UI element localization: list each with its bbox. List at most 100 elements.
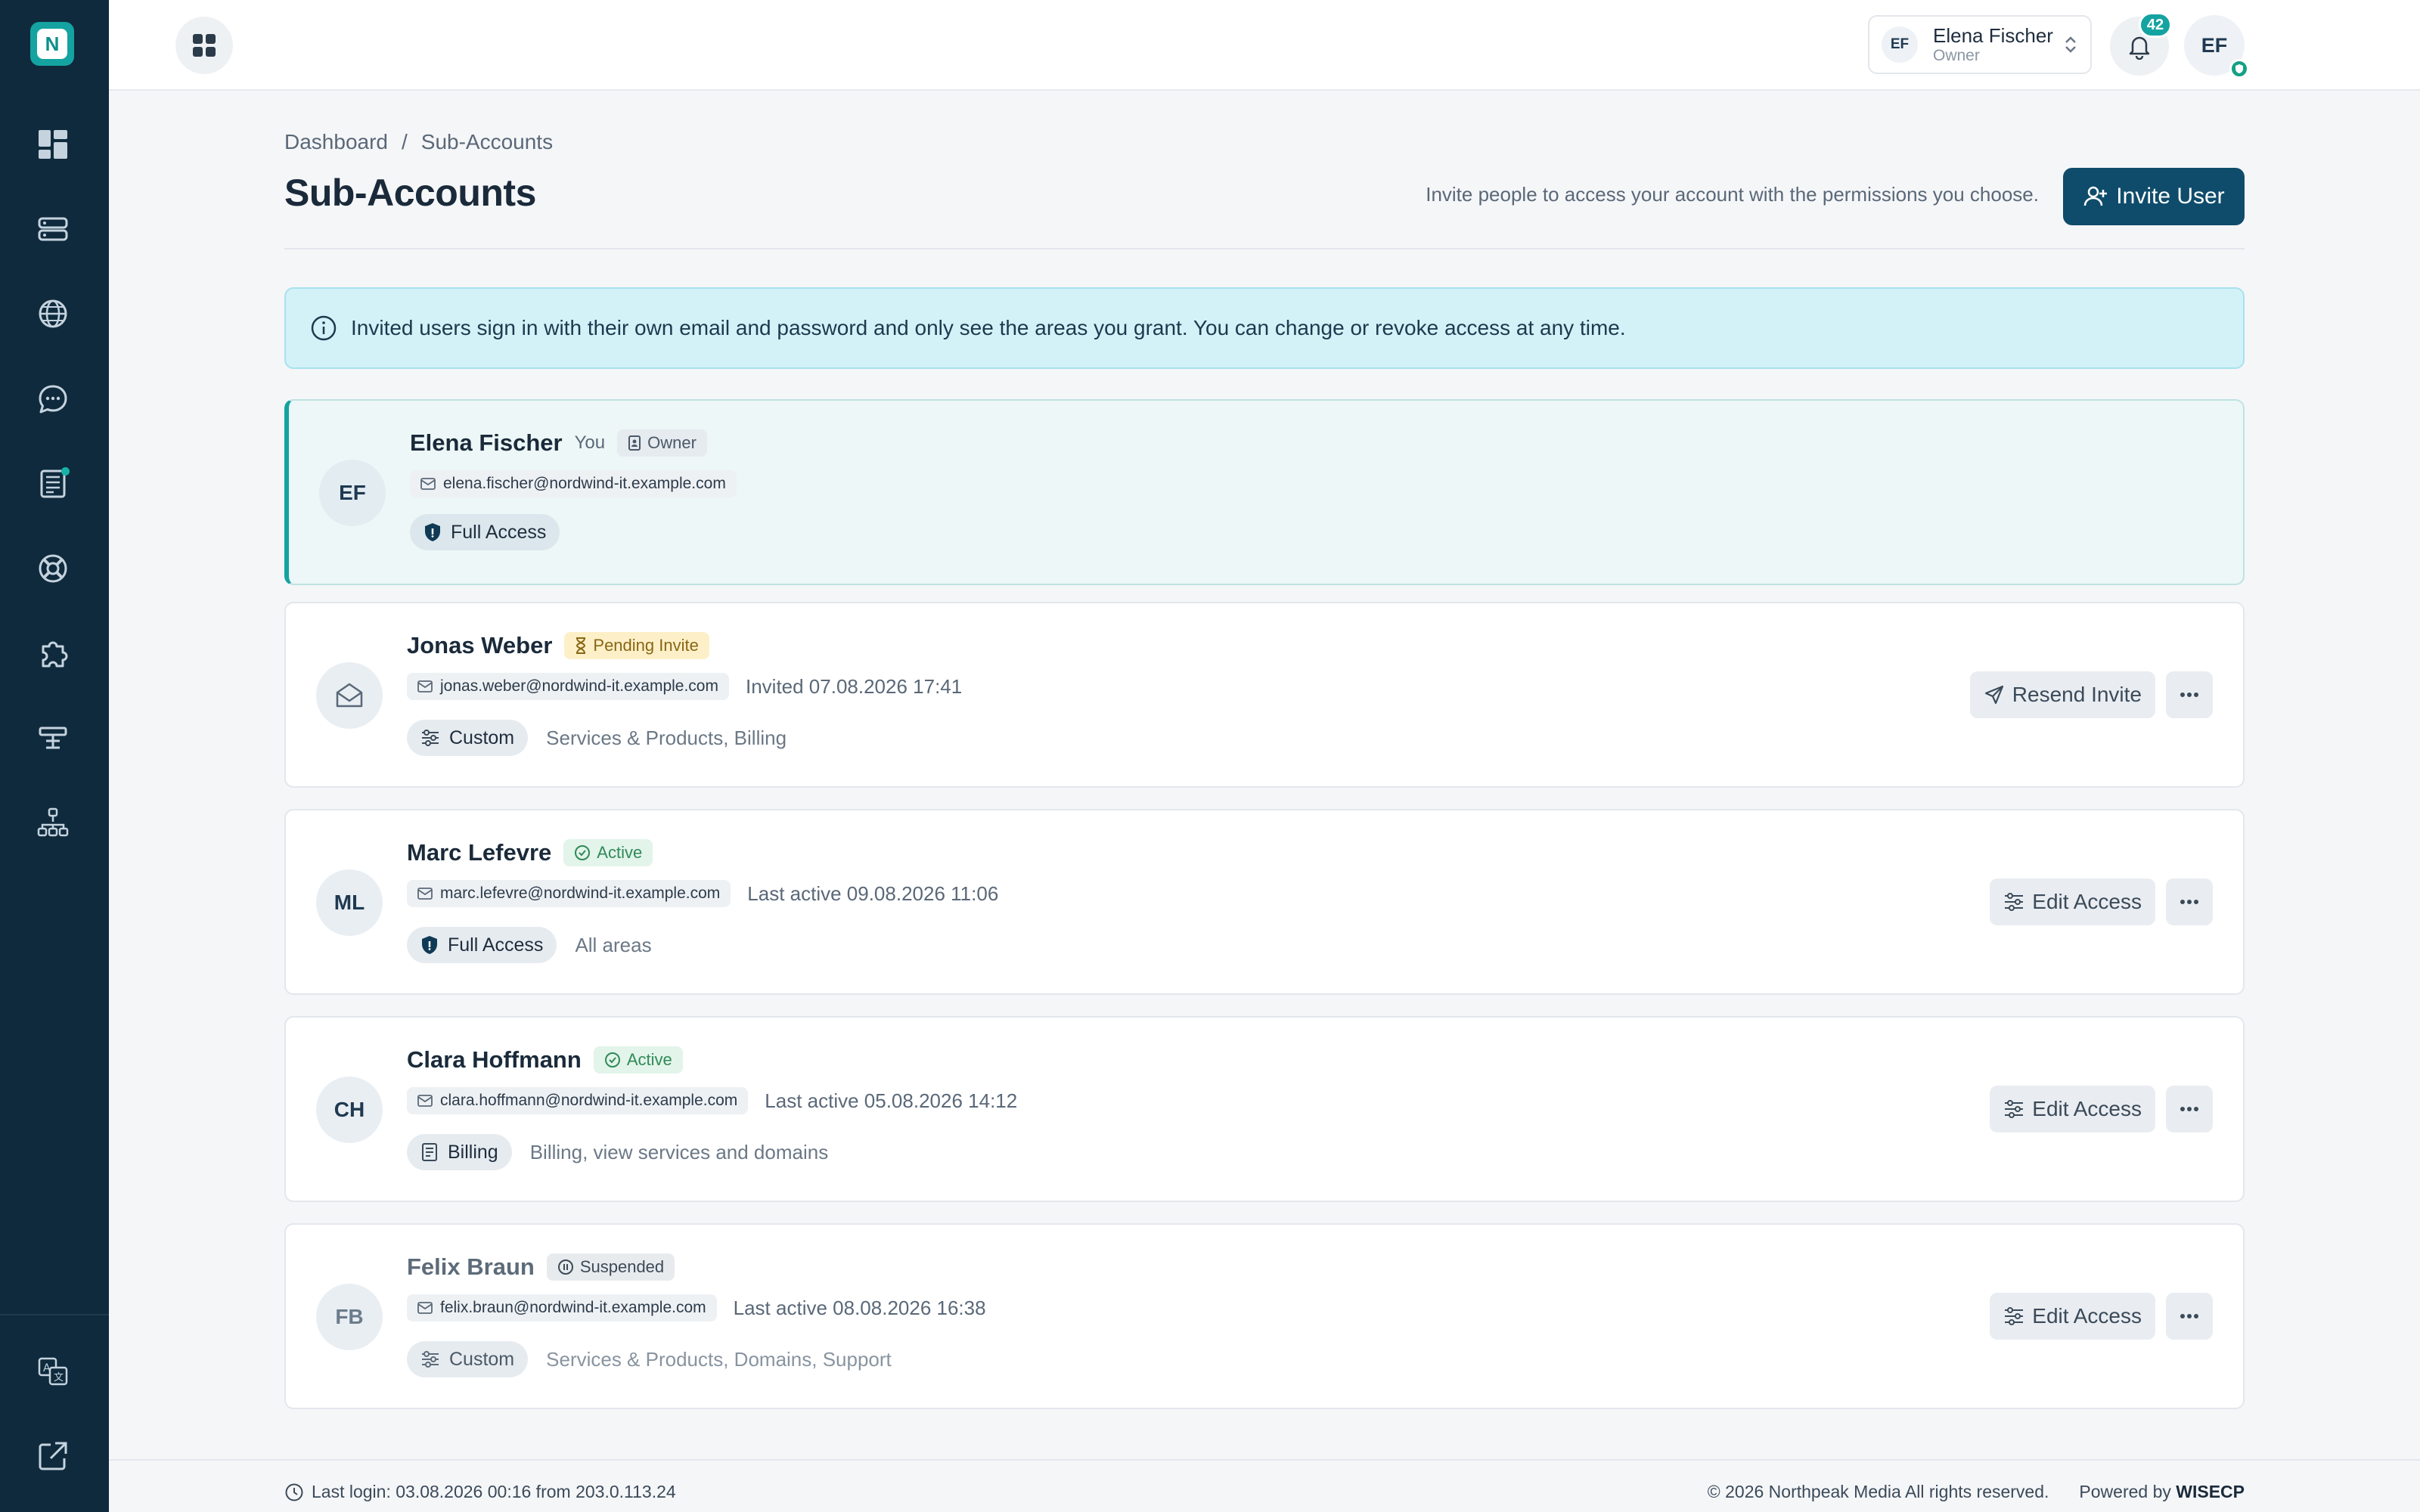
sidebar-item-dashboard[interactable] — [32, 123, 74, 166]
clock-icon — [285, 1483, 303, 1501]
access-description: Services & Products, Domains, Support — [546, 1347, 892, 1371]
powered-by-text: Powered by — [2079, 1482, 2171, 1501]
sidebar-item-invoices[interactable] — [32, 463, 74, 505]
apps-menu-button[interactable] — [175, 17, 233, 74]
sidebar: N A文 — [0, 0, 109, 1512]
account-role: Owner — [1933, 47, 1980, 64]
powered-by-brand[interactable]: WISECP — [2176, 1482, 2245, 1501]
more-options-button[interactable] — [2166, 671, 2213, 718]
status-label: Active — [626, 1050, 672, 1069]
notifications-count-badge: 42 — [2139, 12, 2172, 38]
sidebar-item-tools[interactable] — [32, 717, 74, 759]
sliders-icon — [2005, 1307, 2024, 1325]
access-level-label: Full Access — [448, 934, 544, 956]
access-level-label: Full Access — [451, 521, 547, 543]
email-chip: clara.hoffmann@nordwind-it.example.com — [407, 1087, 749, 1114]
edit-access-button[interactable]: Edit Access — [1990, 1293, 2155, 1340]
email-chip: elena.fischer@nordwind-it.example.com — [410, 470, 737, 497]
user-avatar-initials: CH — [316, 1077, 383, 1143]
more-options-button[interactable] — [2166, 878, 2213, 925]
invoice-icon — [422, 1143, 437, 1161]
powered-by: Powered by WISECP — [2079, 1482, 2245, 1502]
sidebar-item-affiliate[interactable] — [32, 801, 74, 844]
access-description: Billing, view services and domains — [529, 1140, 829, 1163]
grid-icon — [193, 34, 216, 57]
info-banner: Invited users sign in with their own ema… — [284, 287, 2245, 369]
mail-icon — [417, 888, 433, 900]
svg-text:文: 文 — [54, 1372, 64, 1383]
send-icon — [1984, 685, 2003, 705]
edit-access-button[interactable]: Edit Access — [1990, 878, 2155, 925]
account-avatar: EF — [1882, 26, 1918, 63]
copyright-text: © 2026 Northpeak Media All rights reserv… — [1707, 1482, 2049, 1501]
sidebar-item-support[interactable] — [32, 547, 74, 590]
user-card: FB Felix Braun Suspended felix.braun@nor… — [284, 1223, 2245, 1409]
edit-access-button[interactable]: Edit Access — [1990, 1086, 2155, 1132]
sidebar-item-addons[interactable] — [32, 632, 74, 674]
svg-text:A: A — [43, 1362, 51, 1374]
sidebar-item-messages[interactable] — [32, 378, 74, 420]
footer-right: © 2026 Northpeak Media All rights reserv… — [1708, 1482, 2245, 1502]
access-level-label: Billing — [448, 1141, 498, 1163]
chevron-updown-icon — [2065, 36, 2076, 53]
user-name: Felix Braun — [407, 1253, 535, 1280]
invite-user-button[interactable]: Invite User — [2063, 168, 2245, 225]
last-active: Last active 09.08.2026 11:06 — [747, 881, 999, 905]
status-label: Pending Invite — [593, 636, 699, 655]
logo-letter: N — [37, 29, 67, 59]
page-title: Sub-Accounts — [284, 172, 536, 214]
user-card: ML Marc Lefevre Active marc.lefevre@nord… — [284, 809, 2245, 995]
resend-invite-label: Resend Invite — [2012, 683, 2142, 706]
check-circle-icon — [604, 1052, 620, 1067]
edit-access-label: Edit Access — [2032, 890, 2142, 913]
verified-shield-icon — [2229, 59, 2249, 79]
id-badge-icon — [628, 435, 641, 451]
sliders-icon — [422, 1351, 439, 1368]
resend-invite-button[interactable]: Resend Invite — [1969, 671, 2155, 718]
chat-icon — [39, 385, 67, 414]
user-email: felix.braun@nordwind-it.example.com — [440, 1299, 706, 1316]
footer: Last login: 03.08.2026 00:16 from 203.0.… — [109, 1459, 2420, 1512]
more-options-button[interactable] — [2166, 1086, 2213, 1132]
check-circle-icon — [575, 845, 591, 860]
user-name: Clara Hoffmann — [407, 1046, 582, 1073]
access-level-chip: Custom — [407, 1341, 529, 1377]
mail-icon — [417, 680, 433, 692]
breadcrumb-current: Sub-Accounts — [420, 130, 554, 153]
globe-icon — [39, 299, 67, 328]
shield-icon — [422, 936, 437, 954]
info-icon — [311, 315, 337, 341]
sidebar-item-domains[interactable] — [32, 293, 74, 335]
status-label: Owner — [647, 433, 697, 452]
user-name: Jonas Weber — [407, 632, 553, 658]
sidebar-item-language[interactable]: A文 — [32, 1350, 74, 1393]
access-level-chip: Custom — [407, 720, 529, 756]
more-options-button[interactable] — [2166, 1293, 2213, 1340]
shield-icon — [425, 523, 440, 541]
breadcrumb: Dashboard / Sub-Accounts — [284, 130, 553, 154]
pause-circle-icon — [557, 1259, 573, 1275]
sidebar-item-external[interactable] — [32, 1435, 74, 1477]
sidebar-item-services[interactable] — [32, 208, 74, 250]
translate-icon: A文 — [38, 1357, 68, 1386]
active-badge: Active — [563, 839, 653, 866]
active-badge: Active — [593, 1046, 683, 1074]
app-logo[interactable]: N — [30, 22, 74, 66]
you-label: You — [574, 432, 606, 453]
breadcrumb-home-link[interactable]: Dashboard — [284, 130, 388, 154]
breadcrumb-separator: / — [401, 130, 408, 153]
last-active: Last active 05.08.2026 14:12 — [765, 1089, 1018, 1112]
mail-icon — [417, 1302, 433, 1314]
account-switcher[interactable]: EF Elena Fischer Owner — [1868, 15, 2092, 74]
email-chip: jonas.weber@nordwind-it.example.com — [407, 673, 729, 700]
invoices-notification-dot — [61, 467, 70, 476]
external-link-icon — [39, 1442, 67, 1470]
more-horizontal-icon — [2180, 692, 2198, 697]
access-level-chip: Full Access — [407, 927, 557, 963]
invite-description: Invite people to access your account wit… — [1426, 183, 2039, 206]
user-avatar-initials: EF — [319, 460, 386, 526]
last-login: Last login: 03.08.2026 00:16 from 203.0.… — [284, 1482, 676, 1502]
access-level-chip: Billing — [407, 1134, 512, 1170]
account-name: Elena Fischer — [1933, 24, 2053, 47]
user-card: EF Elena Fischer You Owner elena.fischer… — [284, 399, 2245, 585]
